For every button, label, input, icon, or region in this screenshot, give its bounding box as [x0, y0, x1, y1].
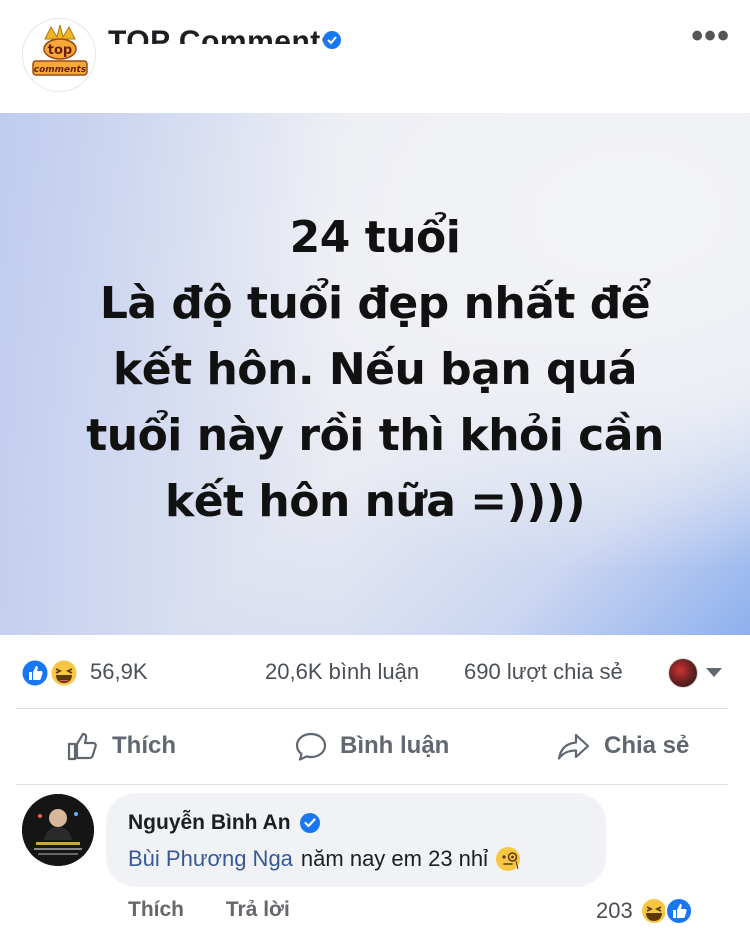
reaction-count[interactable]: 56,9K	[90, 659, 148, 685]
share-arrow-icon	[557, 733, 590, 760]
commenter-name[interactable]: Nguyễn Bình An	[128, 811, 291, 835]
post-line: kết hôn nữa =))))	[164, 476, 586, 527]
comment-bubble-icon	[295, 732, 327, 761]
share-label: Chia sẻ	[604, 732, 690, 759]
comment-reaction-icons	[639, 897, 693, 925]
mention-link[interactable]: Bùi Phương Nga	[128, 846, 293, 872]
like-button[interactable]: Thích	[66, 728, 176, 764]
comment-actions: Thích Trả lời	[128, 898, 326, 922]
logo-comments-text: comments	[34, 65, 87, 75]
page-avatar[interactable]: top comments	[22, 18, 96, 92]
divider	[16, 708, 728, 709]
comment-text: năm nay em 23 nhỉ	[300, 846, 489, 871]
commenter-photo	[22, 794, 94, 866]
comment-reactions[interactable]: 203	[596, 896, 695, 926]
post-header: top comments TOP Comments •••	[0, 0, 750, 112]
thumbs-up-icon	[67, 732, 97, 761]
post-line: kết hôn. Nếu bạn quá	[112, 344, 638, 395]
comment-button[interactable]: Bình luận	[294, 728, 449, 764]
top-comments-logo: top comments	[32, 24, 88, 76]
comment-like-link[interactable]: Thích	[128, 898, 184, 921]
caret-down-icon[interactable]	[706, 668, 722, 677]
comment-label: Bình luận	[340, 732, 450, 759]
commenter-avatar[interactable]	[22, 794, 94, 866]
post-line: Là độ tuổi đẹp nhất để	[99, 278, 651, 329]
verified-badge-icon	[299, 813, 320, 833]
page-name[interactable]: TOP Comments	[108, 22, 338, 44]
comment-reaction-count: 203	[596, 898, 633, 923]
post-actions: Thích Bình luận Chia sẻ	[0, 712, 750, 782]
monocle-face-emoji-icon	[496, 847, 521, 871]
logo-top-text: top	[48, 43, 72, 58]
comment-bubble[interactable]: Nguyễn Bình An Bùi Phương Nga năm nay em…	[106, 793, 606, 887]
share-count[interactable]: 690 lượt chia sẻ	[464, 659, 623, 685]
commenter-name-row: Nguyễn Bình An	[128, 811, 321, 835]
more-horizontal-icon[interactable]: •••	[691, 19, 730, 53]
reaction-icons[interactable]	[20, 658, 84, 688]
divider	[16, 784, 728, 785]
viewer-avatar[interactable]	[668, 658, 698, 688]
verified-badge-icon	[323, 31, 341, 49]
comment-text-row: Bùi Phương Nga năm nay em 23 nhỉ	[128, 845, 522, 873]
laugh-reaction-icon	[49, 658, 79, 688]
like-reaction-icon	[664, 897, 693, 925]
reaction-stats-bar: 56,9K 20,6K bình luận 690 lượt chia sẻ	[0, 640, 750, 706]
post-text-image[interactable]: 24 tuổi Là độ tuổi đẹp nhất để kết hôn. …	[0, 113, 750, 635]
post-line: 24 tuổi	[289, 212, 461, 263]
share-button[interactable]: Chia sẻ	[556, 728, 689, 764]
like-label: Thích	[112, 732, 176, 759]
like-reaction-icon	[20, 658, 50, 688]
post-line: tuổi này rồi thì khỏi cần	[86, 410, 664, 461]
post-text: 24 tuổi Là độ tuổi đẹp nhất để kết hôn. …	[0, 205, 750, 535]
comment-count[interactable]: 20,6K bình luận	[265, 659, 419, 685]
comment-reply-link[interactable]: Trả lời	[226, 898, 290, 921]
laugh-reaction-icon	[639, 897, 668, 925]
